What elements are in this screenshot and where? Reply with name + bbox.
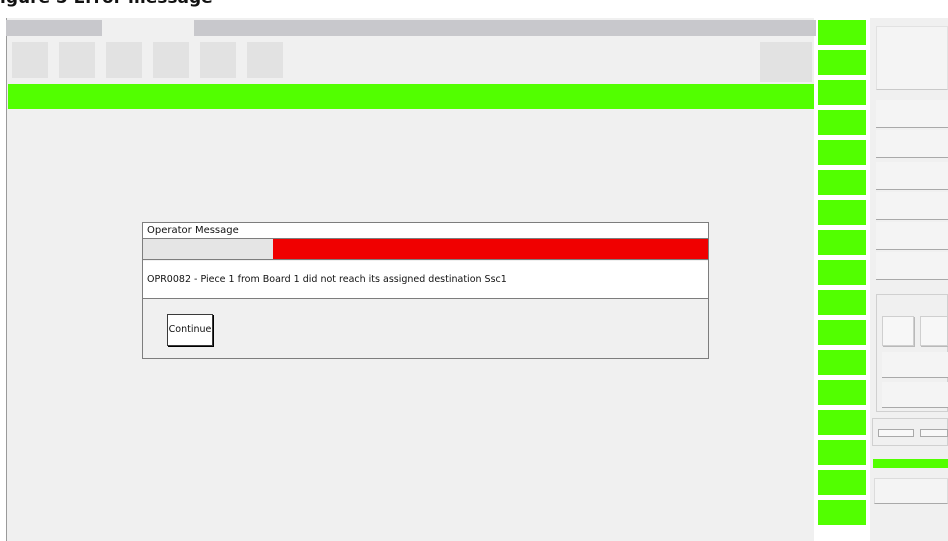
right-panel-status-green bbox=[873, 459, 948, 468]
right-panel-field[interactable] bbox=[876, 162, 948, 190]
side-green-button[interactable] bbox=[818, 50, 866, 75]
dialog-title: Operator Message bbox=[143, 223, 708, 239]
dialog-progress-bar bbox=[143, 239, 708, 260]
side-green-button[interactable] bbox=[818, 80, 866, 105]
right-panel-bottom-field[interactable] bbox=[874, 478, 948, 504]
right-panel-field[interactable] bbox=[876, 100, 948, 128]
side-green-button[interactable] bbox=[818, 380, 866, 405]
top-bar-right bbox=[194, 20, 816, 36]
side-green-button[interactable] bbox=[818, 260, 866, 285]
right-panel-mini-button[interactable] bbox=[878, 429, 914, 437]
toolbar-button-3[interactable] bbox=[106, 42, 142, 78]
toolbar-button-6[interactable] bbox=[247, 42, 283, 78]
side-green-button[interactable] bbox=[818, 440, 866, 465]
dialog-progress-fill bbox=[273, 239, 708, 259]
dialog-message: OPR0082 - Piece 1 from Board 1 did not r… bbox=[143, 261, 708, 299]
right-panel-row[interactable] bbox=[882, 352, 948, 378]
figure-caption: igure 5 Error message bbox=[0, 0, 320, 8]
continue-button[interactable]: Continue bbox=[167, 314, 213, 346]
right-panel-mini-button[interactable] bbox=[920, 429, 948, 437]
side-green-button[interactable] bbox=[818, 20, 866, 45]
right-panel-row[interactable] bbox=[882, 382, 948, 408]
right-panel-display bbox=[876, 26, 948, 90]
side-green-button[interactable] bbox=[818, 350, 866, 375]
toolbar-button-2[interactable] bbox=[59, 42, 95, 78]
toolbar-button-4[interactable] bbox=[153, 42, 189, 78]
side-green-button[interactable] bbox=[818, 140, 866, 165]
side-green-button[interactable] bbox=[818, 470, 866, 495]
operator-message-dialog: Operator Message OPR0082 - Piece 1 from … bbox=[142, 222, 709, 359]
side-green-button[interactable] bbox=[818, 200, 866, 225]
side-green-button[interactable] bbox=[818, 170, 866, 195]
right-panel-field[interactable] bbox=[876, 130, 948, 158]
top-bar-left bbox=[6, 20, 102, 36]
side-green-button[interactable] bbox=[818, 500, 866, 525]
side-green-button[interactable] bbox=[818, 320, 866, 345]
side-green-button[interactable] bbox=[818, 410, 866, 435]
right-panel-field[interactable] bbox=[876, 222, 948, 250]
toolbar-button-5[interactable] bbox=[200, 42, 236, 78]
side-green-button[interactable] bbox=[818, 110, 866, 135]
right-panel-field[interactable] bbox=[876, 252, 948, 280]
right-panel-field[interactable] bbox=[876, 192, 948, 220]
side-green-button[interactable] bbox=[818, 290, 866, 315]
right-panel-button[interactable] bbox=[920, 316, 948, 346]
toolbar-button-right[interactable] bbox=[760, 42, 812, 82]
side-green-button[interactable] bbox=[818, 230, 866, 255]
status-bar-green bbox=[8, 84, 814, 109]
right-panel-button[interactable] bbox=[882, 316, 914, 346]
toolbar-button-1[interactable] bbox=[12, 42, 48, 78]
